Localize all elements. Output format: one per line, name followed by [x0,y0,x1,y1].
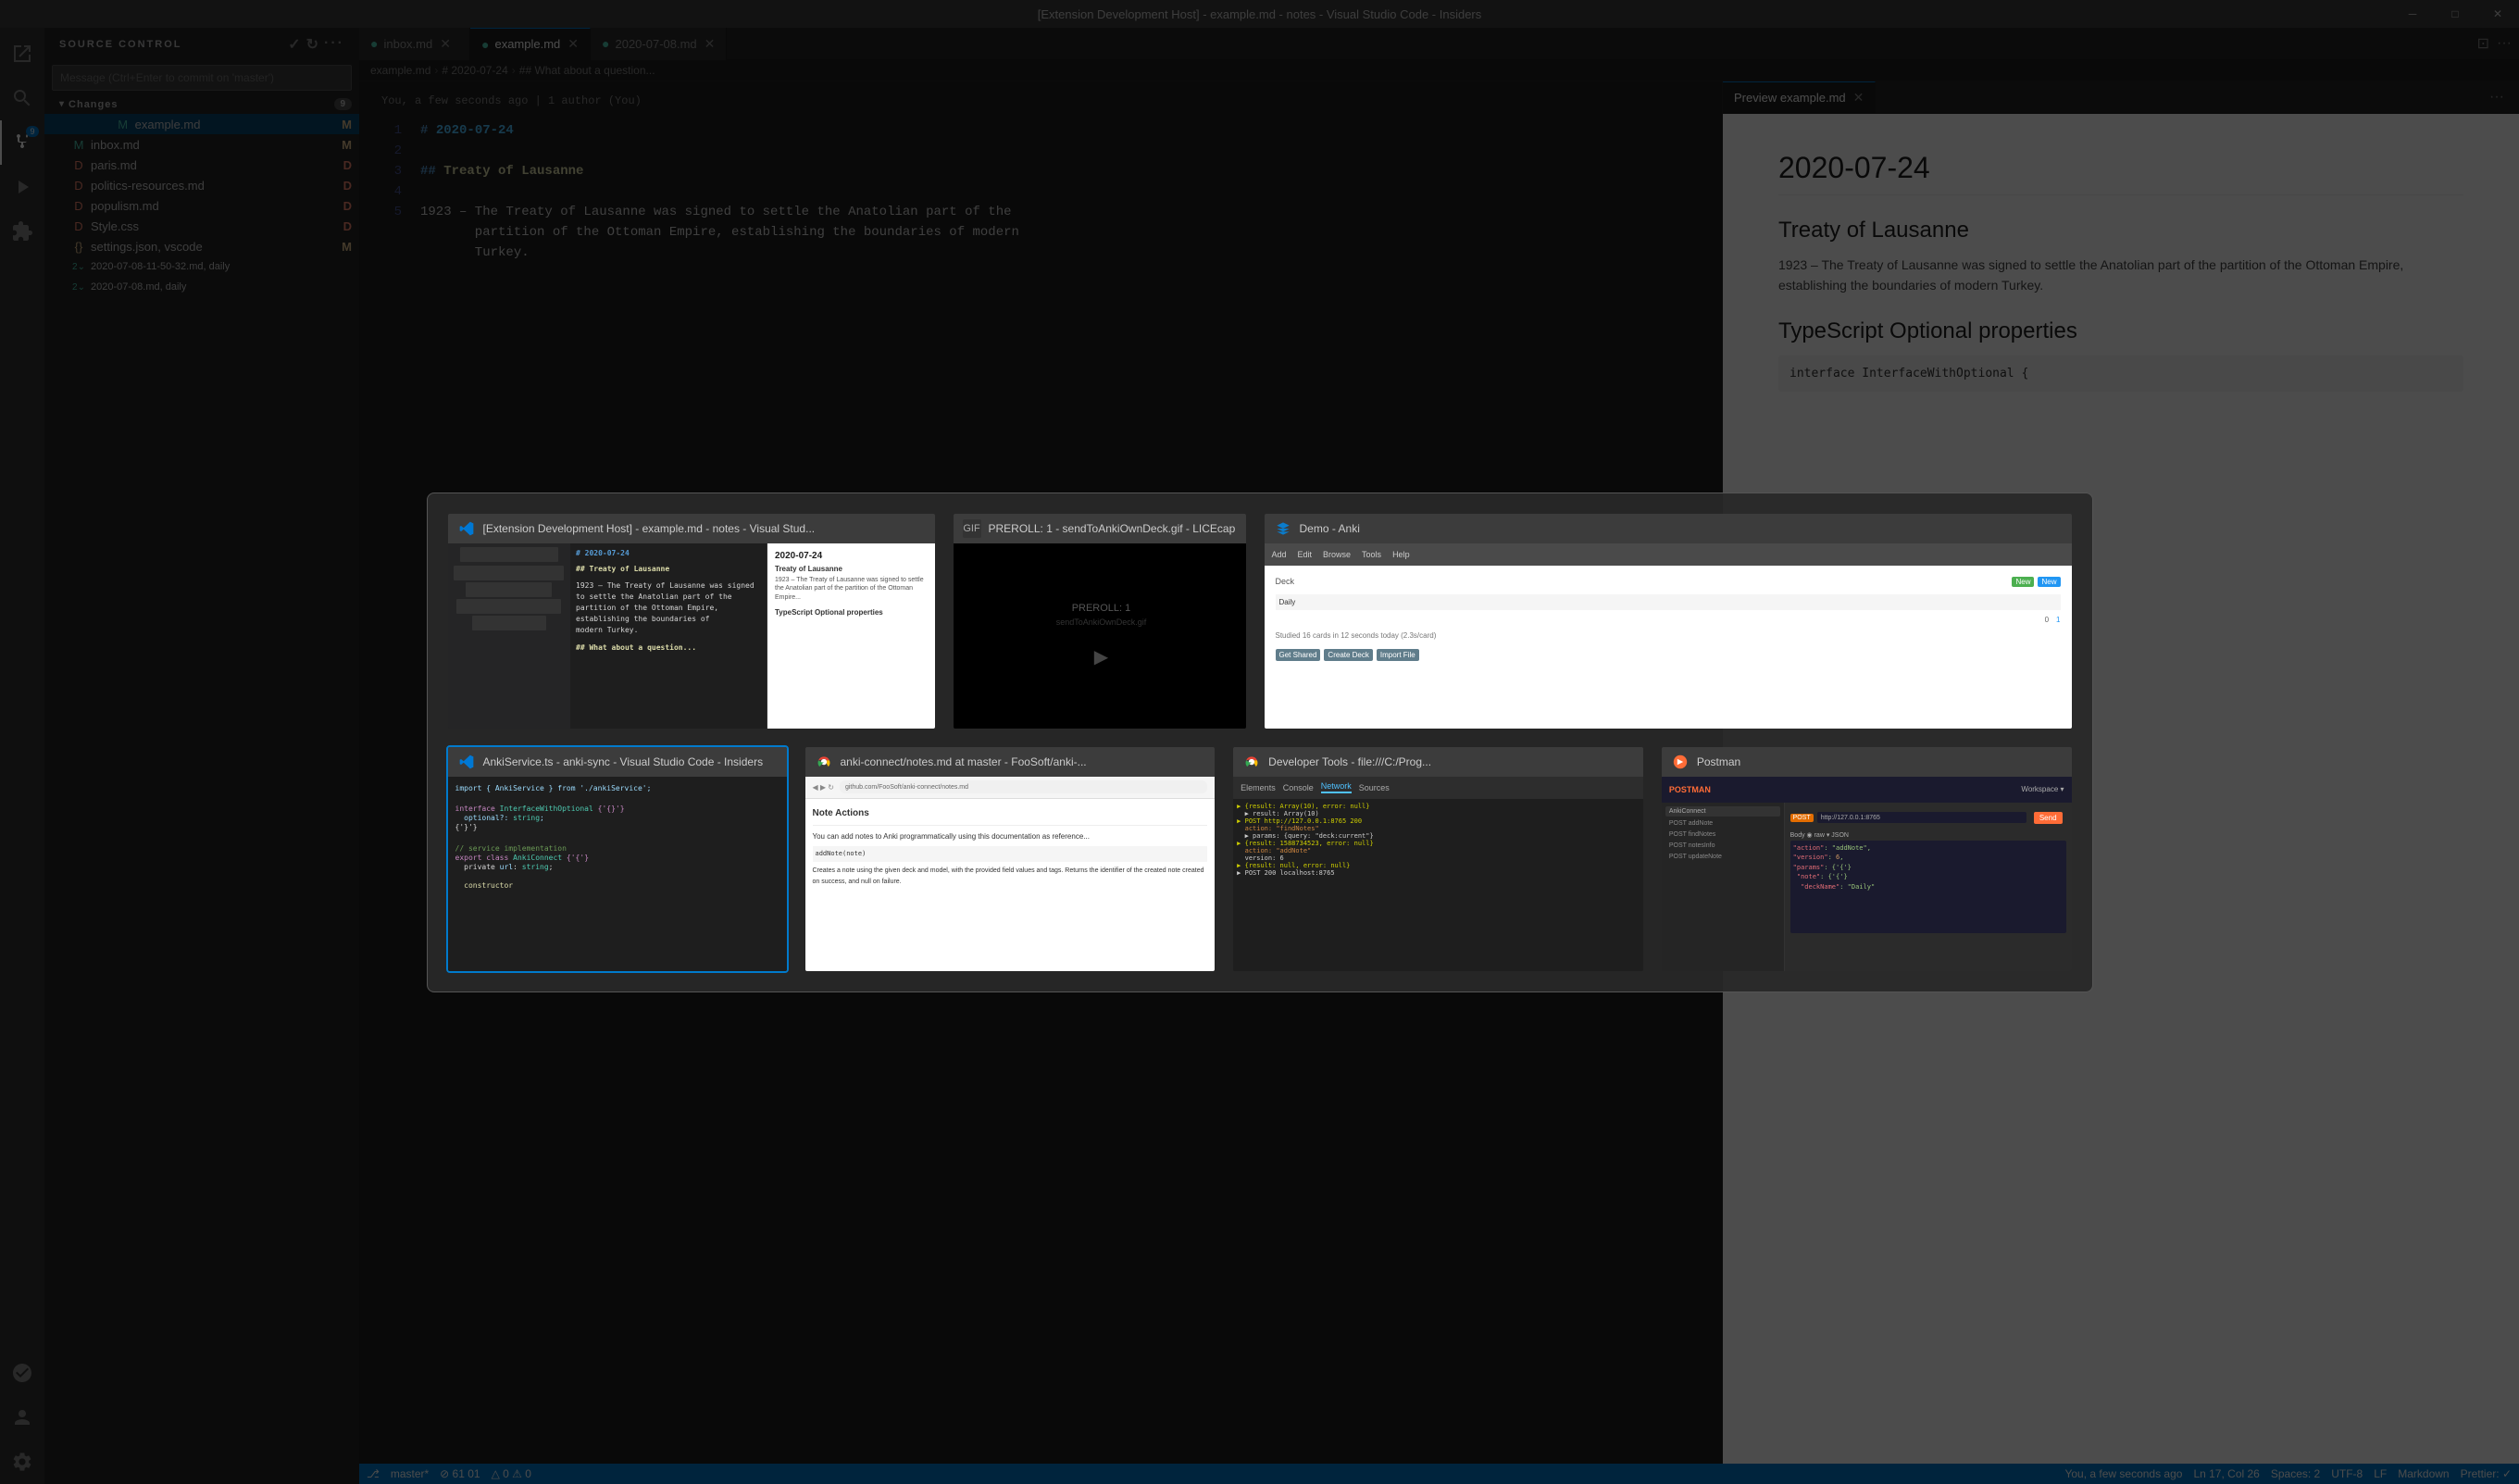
mini-sidebar [448,543,571,729]
alttab-title-bar: Developer Tools - file:///C:/Prog... [1233,747,1643,777]
alttab-item-vscode-anki[interactable]: AnkiService.ts - anki-sync - Visual Stud… [446,745,789,973]
alttab-preview: # 2020-07-24 ## Treaty of Lausanne 1923 … [448,543,937,729]
alttab-title-bar: [Extension Development Host] - example.m… [448,514,935,543]
devtools-log: ▶ {result: Array(10), error: null} ▶ res… [1233,799,1643,880]
alttab-title-bar: AnkiService.ts - anki-sync - Visual Stud… [448,747,787,777]
notes-preview-content: ◀ ▶ ↻ github.com/FooSoft/anki-connect/no… [805,777,1216,971]
alttab-title-bar: GIF PREROLL: 1 - sendToAnkiOwnDeck.gif -… [954,514,1246,543]
postman-header: POSTMAN Workspace ▾ [1662,777,2072,803]
alttab-title: Developer Tools - file:///C:/Prog... [1268,755,1431,768]
alttab-title: Postman [1697,755,1740,768]
alttab-item-gif[interactable]: GIF PREROLL: 1 - sendToAnkiOwnDeck.gif -… [952,512,1248,730]
postman-main-area: AnkiConnect POST addNote POST findNotes … [1662,803,2072,971]
vscode-app-icon [457,519,476,538]
vscode-icon-anki [457,753,476,771]
vscode-preview-content: # 2020-07-24 ## Treaty of Lausanne 1923 … [448,543,937,729]
alttab-item-devtools[interactable]: Developer Tools - file:///C:/Prog... Ele… [1231,745,1645,973]
postman-sidebar: AnkiConnect POST addNote POST findNotes … [1662,803,1785,971]
alttab-item-vscode-main[interactable]: [Extension Development Host] - example.m… [446,512,937,730]
alttab-preview: import { AnkiService } from './ankiServi… [448,777,789,971]
alttab-title-bar: Demo - Anki [1265,514,2072,543]
alttab-preview: Add Edit Browse Tools Help Deck [1265,543,2072,729]
mini-preview-right: 2020-07-24 Treaty of Lausanne 1923 – The… [767,543,937,729]
alttab-title-bar: Postman [1662,747,2072,777]
anki-preview-content: Add Edit Browse Tools Help Deck [1265,543,2072,729]
postman-content: POSTMAN Workspace ▾ AnkiConnect POST add… [1662,777,2072,971]
devtools-content: Elements Console Network Sources ▶ {resu… [1233,777,1643,971]
anki-content: Deck New New Daily 0 1 [1265,566,2072,672]
notes-header: ◀ ▶ ↻ github.com/FooSoft/anki-connect/no… [805,777,1216,799]
chrome-icon [815,753,833,771]
anki-menu-bar: Add Edit Browse Tools Help [1265,543,2072,566]
mini-editor: # 2020-07-24 ## Treaty of Lausanne 1923 … [570,543,767,729]
alttab-title: anki-connect/notes.md at master - FooSof… [841,755,1087,768]
devtools-bar: Elements Console Network Sources [1233,777,1643,799]
notes-content: Note Actions You can add notes to Anki p… [805,799,1216,894]
alttab-title: [Extension Development Host] - example.m… [483,522,816,535]
gif-content: PREROLL: 1 sendToAnkiOwnDeck.gif ▶ [954,543,1248,729]
alttab-preview: POSTMAN Workspace ▾ AnkiConnect POST add… [1662,777,2072,971]
postman-request-area: POST http://127.0.0.1:8765 Send Body ◉ r… [1785,803,2072,971]
alttab-title-bar: anki-connect/notes.md at master - FooSof… [805,747,1216,777]
alttab-preview: Elements Console Network Sources ▶ {resu… [1233,777,1643,971]
gif-app-icon: GIF [963,519,981,538]
alttab-item-anki[interactable]: Demo - Anki Add Edit Browse Tools Help [1263,512,2074,730]
alttab-preview: PREROLL: 1 sendToAnkiOwnDeck.gif ▶ [954,543,1248,729]
alttab-item-chrome-notes[interactable]: anki-connect/notes.md at master - FooSof… [804,745,1217,973]
alttab-item-postman[interactable]: Postman POSTMAN Workspace ▾ AnkiConnect [1660,745,2074,973]
alttab-title: Demo - Anki [1300,522,1360,535]
anki-app-icon [1274,519,1292,538]
vscode-anki-content: import { AnkiService } from './ankiServi… [448,777,789,971]
alttab-rows: [Extension Development Host] - example.m… [446,512,2074,973]
alttab-overlay: [Extension Development Host] - example.m… [0,0,2519,1484]
alttab-preview: ◀ ▶ ↻ github.com/FooSoft/anki-connect/no… [805,777,1216,971]
devtools-icon [1242,753,1261,771]
alttab-title: AnkiService.ts - anki-sync - Visual Stud… [483,755,764,768]
alttab-container: [Extension Development Host] - example.m… [427,493,2093,992]
send-button[interactable]: Send [2034,812,2063,824]
alttab-row-1: [Extension Development Host] - example.m… [446,512,2074,730]
alttab-title: PREROLL: 1 - sendToAnkiOwnDeck.gif - LIC… [989,522,1236,535]
postman-icon [1671,753,1690,771]
alttab-row-2: AnkiService.ts - anki-sync - Visual Stud… [446,745,2074,973]
